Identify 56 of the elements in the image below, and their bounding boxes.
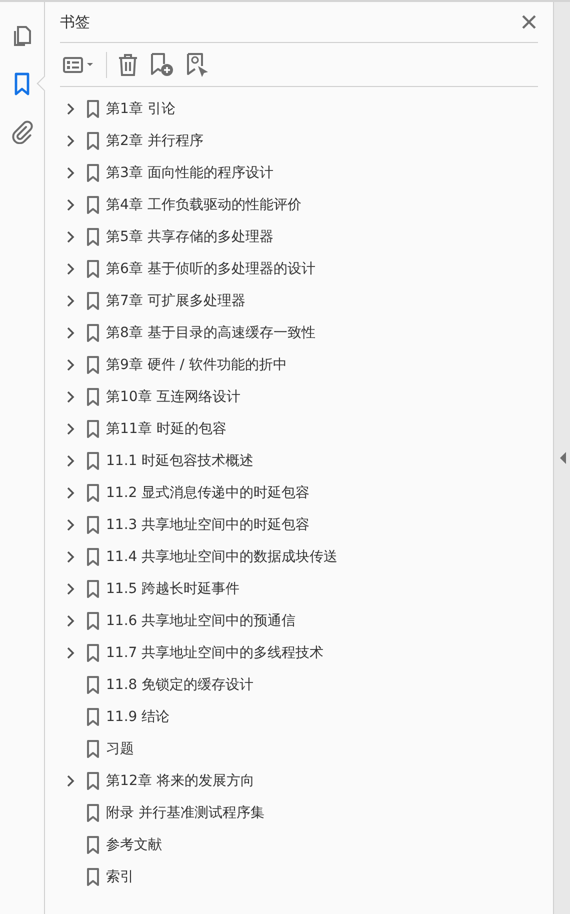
bookmark-icon <box>86 259 100 279</box>
bookmark-icon <box>86 771 100 791</box>
bookmark-label[interactable]: 第12章 将来的发展方向 <box>106 772 254 790</box>
bookmark-label[interactable]: 11.1 时延包容技术概述 <box>106 452 254 470</box>
bookmark-label[interactable]: 第6章 基于侦听的多处理器的设计 <box>106 260 316 278</box>
bookmark-icon <box>86 803 100 823</box>
bookmark-label[interactable]: 第2章 并行程序 <box>106 132 204 150</box>
panel-title: 书签 <box>60 12 90 32</box>
pages-icon <box>11 24 33 48</box>
bookmark-icon <box>86 355 100 375</box>
bookmark-label[interactable]: 11.4 共享地址空间中的数据成块传送 <box>106 548 338 566</box>
bookmark-label[interactable]: 附录 并行基准测试程序集 <box>106 804 264 822</box>
close-icon[interactable] <box>520 13 538 31</box>
bookmark-label[interactable]: 11.7 共享地址空间中的多线程技术 <box>106 644 324 662</box>
bookmark-label[interactable]: 第11章 时延的包容 <box>106 420 226 438</box>
bookmark-label[interactable]: 11.2 显式消息传递中的时延包容 <box>106 484 310 502</box>
bookmark-label[interactable]: 第7章 可扩展多处理器 <box>106 292 246 310</box>
bookmark-icon <box>86 547 100 567</box>
bookmark-icon <box>86 291 100 311</box>
bookmark-label[interactable]: 第5章 共享存储的多处理器 <box>106 228 274 246</box>
bookmark-icon <box>86 419 100 439</box>
bookmark-icon <box>86 675 100 695</box>
bookmark-icon <box>86 739 100 759</box>
bookmark-icon <box>86 835 100 855</box>
bookmark-icon <box>86 323 100 343</box>
bookmark-label[interactable]: 参考文献 <box>106 836 162 854</box>
bookmark-label[interactable]: 11.9 结论 <box>106 708 170 726</box>
bookmark-label[interactable]: 第10章 互连网络设计 <box>106 388 240 406</box>
bookmark-label[interactable]: 第3章 面向性能的程序设计 <box>106 164 274 182</box>
bookmark-label[interactable]: 11.3 共享地址空间中的时延包容 <box>106 516 310 534</box>
bookmark-icon <box>86 483 100 503</box>
bookmark-label[interactable]: 习题 <box>106 740 134 758</box>
bookmark-icon <box>86 195 100 215</box>
bookmark-icon <box>86 579 100 599</box>
bookmark-icon <box>86 611 100 631</box>
bookmark-icon <box>86 451 100 471</box>
bookmark-label[interactable]: 第1章 引论 <box>106 100 176 118</box>
bookmark-icon <box>86 99 100 119</box>
collapse-arrow-icon[interactable] <box>560 452 566 464</box>
bookmark-icon <box>86 131 100 151</box>
bookmark-icon <box>86 515 100 535</box>
bookmark-label[interactable]: 11.8 免锁定的缓存设计 <box>106 676 254 694</box>
paperclip-icon <box>11 120 33 144</box>
bookmark-label[interactable]: 第8章 基于目录的高速缓存一致性 <box>106 324 316 342</box>
bookmark-icon <box>86 867 100 887</box>
bookmark-icon <box>86 163 100 183</box>
bookmark-icon <box>86 227 100 247</box>
bookmark-label[interactable]: 第4章 工作负载驱动的性能评价 <box>106 196 302 214</box>
bookmark-label[interactable]: 第9章 硬件 / 软件功能的折中 <box>106 356 287 374</box>
bookmark-icon <box>86 643 100 663</box>
bookmark-icon <box>86 387 100 407</box>
bookmark-label[interactable]: 11.6 共享地址空间中的预通信 <box>106 612 296 630</box>
bookmark-label[interactable]: 索引 <box>106 868 134 886</box>
bookmark-icon <box>14 72 30 96</box>
bookmark-label[interactable]: 11.5 跨越长时延事件 <box>106 580 240 598</box>
bookmark-icon <box>86 707 100 727</box>
